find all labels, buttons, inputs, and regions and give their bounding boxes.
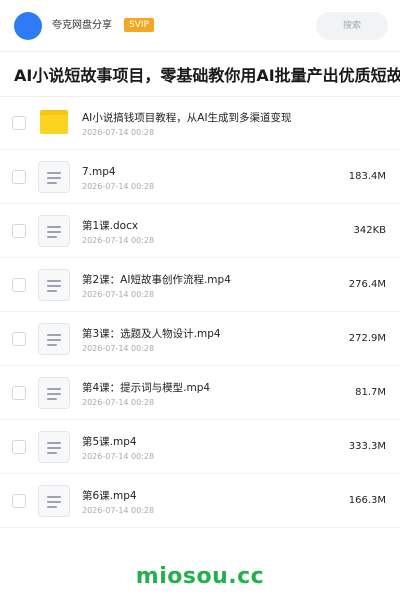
avatar[interactable]: [14, 12, 42, 40]
file-date: 2026-07-14 00:28: [82, 236, 155, 245]
file-name[interactable]: 第3课：选题及人物设计.mp4: [82, 327, 221, 341]
file-icon: [38, 431, 70, 463]
file-name[interactable]: AI小说搞钱项目教程，从AI生成到多渠道变现: [82, 111, 292, 125]
file-name[interactable]: 第4课：提示词与模型.mp4: [82, 381, 210, 395]
file-icon: [38, 323, 70, 355]
file-name[interactable]: 第1课.docx: [82, 219, 138, 233]
file-row[interactable]: 7.mp4 2026-07-14 00:28 183.4M: [0, 150, 400, 204]
file-checkbox[interactable]: [12, 224, 26, 238]
file-checkbox[interactable]: [12, 494, 26, 508]
search-input[interactable]: [316, 12, 388, 40]
file-date: 2026-07-14 00:28: [82, 452, 155, 461]
file-name[interactable]: 第2课：AI短故事创作流程.mp4: [82, 273, 231, 287]
file-row[interactable]: 第3课：选题及人物设计.mp4 2026-07-14 00:28 272.9M: [0, 312, 400, 366]
file-date: 2026-07-14 00:28: [82, 182, 155, 191]
file-size: 272.9M: [348, 333, 386, 344]
file-name[interactable]: 第5课.mp4: [82, 435, 137, 449]
file-size: 333.3M: [348, 441, 386, 452]
file-date: 2026-07-14 00:28: [82, 290, 155, 299]
file-date: 2026-07-14 00:28: [82, 128, 155, 137]
file-name[interactable]: 7.mp4: [82, 165, 116, 179]
file-row[interactable]: 第2课：AI短故事创作流程.mp4 2026-07-14 00:28 276.4M: [0, 258, 400, 312]
page-title: AI小说短故事项目，零基础教你用AI批量产出优质短故事，: [14, 66, 400, 85]
file-row[interactable]: AI小说搞钱项目教程，从AI生成到多渠道变现 2026-07-14 00:28: [0, 96, 400, 150]
file-checkbox[interactable]: [12, 278, 26, 292]
file-size: 342KB: [353, 225, 386, 236]
file-row[interactable]: 第6课.mp4 2026-07-14 00:28 166.3M: [0, 474, 400, 528]
file-checkbox[interactable]: [12, 170, 26, 184]
file-date: 2026-07-14 00:28: [82, 506, 155, 515]
file-icon: [38, 377, 70, 409]
file-icon: [38, 485, 70, 517]
file-icon: [38, 269, 70, 301]
file-row[interactable]: 第5课.mp4 2026-07-14 00:28 333.3M: [0, 420, 400, 474]
file-size: 81.7M: [355, 387, 386, 398]
file-size: 166.3M: [348, 495, 386, 506]
file-name[interactable]: 第6课.mp4: [82, 489, 137, 503]
file-size: 276.4M: [348, 279, 386, 290]
brand-label: 夸克网盘分享: [52, 20, 112, 31]
watermark: miosou.cc: [135, 564, 265, 589]
file-icon: [38, 215, 70, 247]
file-list: AI小说搞钱项目教程，从AI生成到多渠道变现 2026-07-14 00:28 7.…: [0, 96, 400, 528]
file-checkbox[interactable]: [12, 440, 26, 454]
file-row[interactable]: 第1课.docx 2026-07-14 00:28 342KB: [0, 204, 400, 258]
file-date: 2026-07-14 00:28: [82, 398, 155, 407]
folder-icon: [40, 110, 68, 134]
file-date: 2026-07-14 00:28: [82, 344, 155, 353]
file-checkbox[interactable]: [12, 332, 26, 346]
file-icon: [38, 161, 70, 193]
file-row[interactable]: 第4课：提示词与模型.mp4 2026-07-14 00:28 81.7M: [0, 366, 400, 420]
file-checkbox[interactable]: [12, 116, 26, 130]
share-header: 夸克网盘分享 SVIP: [0, 0, 400, 52]
file-size: 183.4M: [348, 171, 386, 182]
file-checkbox[interactable]: [12, 386, 26, 400]
svip-badge: SVIP: [124, 18, 154, 32]
